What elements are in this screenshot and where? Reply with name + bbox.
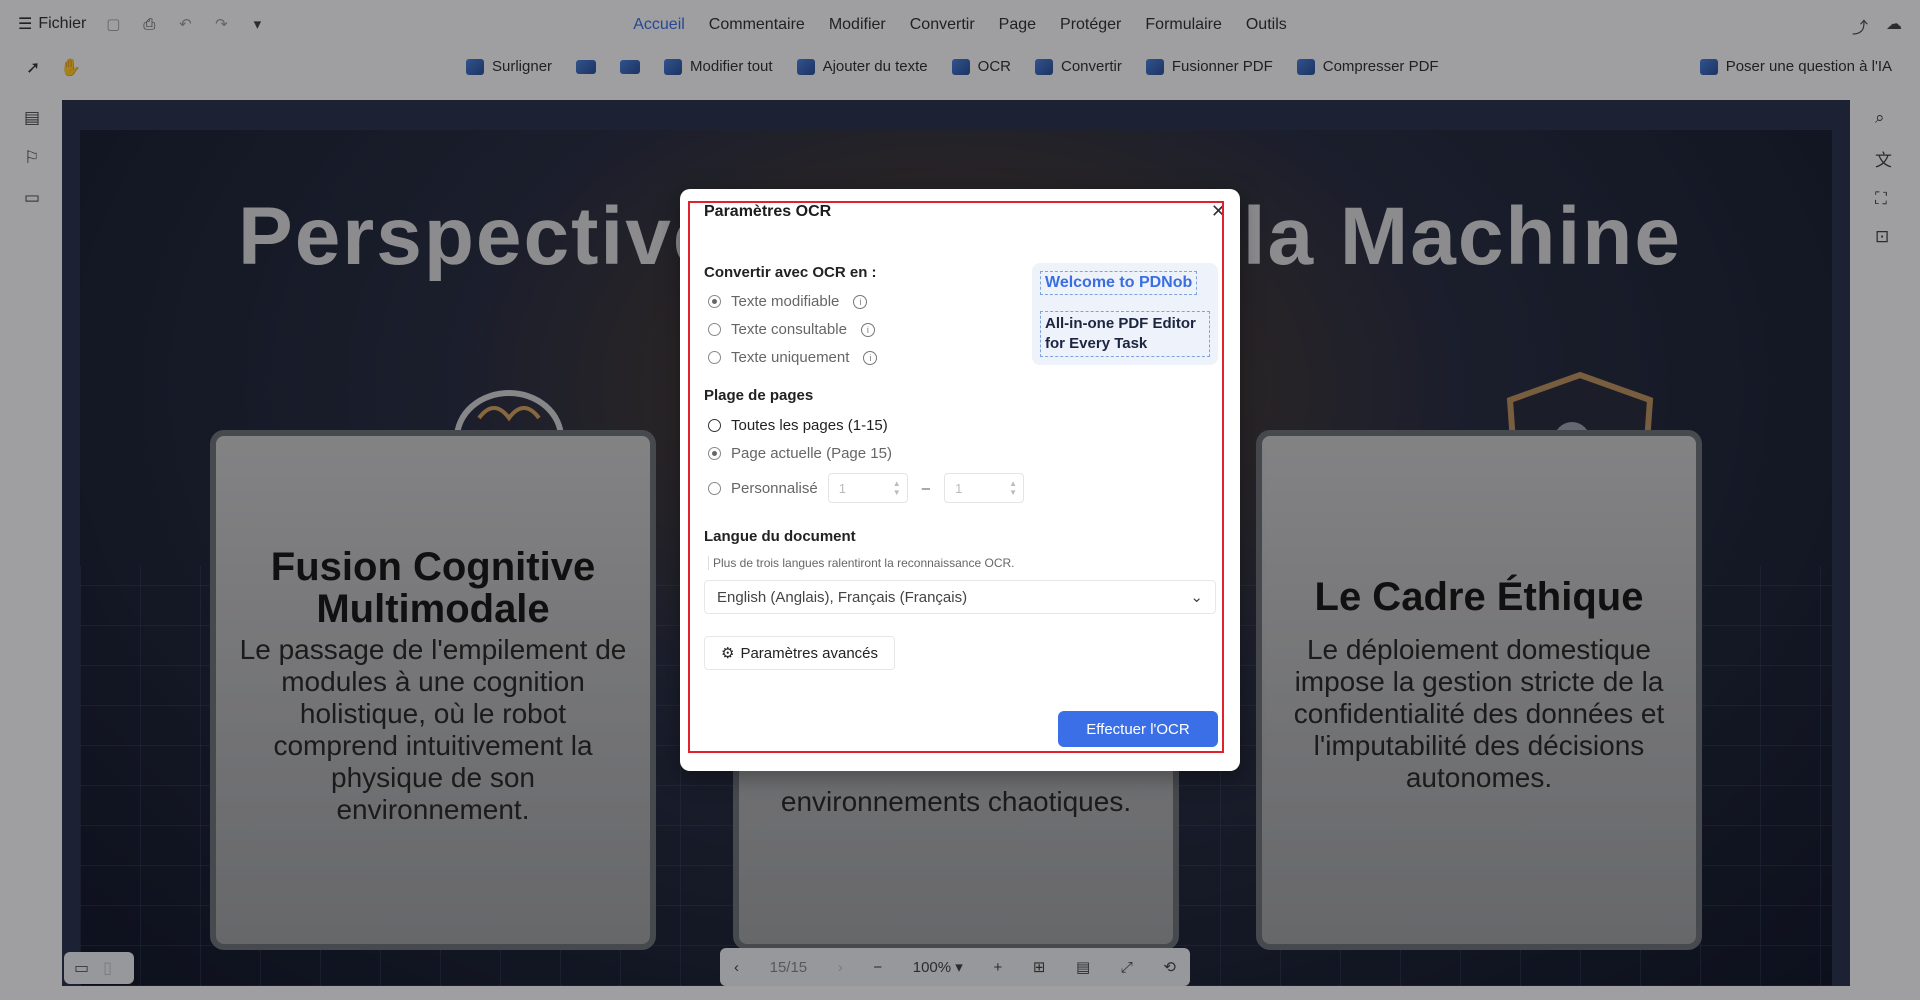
radio-indicator xyxy=(708,447,721,460)
radio-label: Page actuelle (Page 15) xyxy=(731,445,892,462)
radio-label: Texte consultable xyxy=(731,321,847,338)
stepper-arrows-icon[interactable]: ▲ ▼ xyxy=(893,479,901,497)
radio-label: Texte uniquement xyxy=(731,349,850,366)
language-select[interactable]: English (Anglais), Français (Français) ⌄ xyxy=(704,580,1216,614)
close-icon[interactable]: ✕ xyxy=(1211,201,1226,222)
language-hint: Plus de trois langues ralentiront la rec… xyxy=(708,556,1015,570)
info-icon[interactable]: i xyxy=(853,294,868,309)
dialog-title: Paramètres OCR xyxy=(704,203,832,220)
radio-texte-uniquement[interactable]: Texte uniquement i xyxy=(708,349,878,366)
advanced-settings-label: Paramètres avancés xyxy=(740,644,879,662)
radio-indicator xyxy=(708,481,721,495)
language-select-value: English (Anglais), Français (Français) xyxy=(717,588,968,606)
dialog-header: Paramètres OCR ✕ xyxy=(680,189,1240,237)
language-label: Langue du document xyxy=(704,528,856,545)
custom-from-stepper[interactable]: 1 ▲ ▼ xyxy=(827,473,908,503)
stepper-value: 1 xyxy=(955,480,963,496)
radio-label: Toutes les pages (1-15) xyxy=(731,417,888,434)
radio-texte-modifiable[interactable]: Texte modifiable i xyxy=(708,293,868,310)
custom-to-stepper[interactable]: 1 ▲ ▼ xyxy=(944,473,1025,503)
run-ocr-button[interactable]: Effectuer l'OCR xyxy=(1058,711,1218,747)
promo-banner: Welcome to PDNob All-in-one PDF Editor f… xyxy=(1032,263,1218,365)
radio-indicator xyxy=(708,295,721,308)
radio-indicator xyxy=(708,351,721,364)
page-range-label: Plage de pages xyxy=(704,387,814,404)
chevron-down-icon: ⌄ xyxy=(1190,589,1203,606)
radio-label: Texte modifiable xyxy=(731,293,840,310)
radio-custom-range[interactable]: Personnalisé 1 ▲ ▼ – 1 ▲ ▼ xyxy=(708,473,1025,503)
radio-all-pages[interactable]: Toutes les pages (1-15) xyxy=(708,417,888,434)
convert-section-label: Convertir avec OCR en : xyxy=(704,264,877,281)
info-icon[interactable]: i xyxy=(863,350,878,365)
stepper-arrows-icon[interactable]: ▲ ▼ xyxy=(1009,479,1017,497)
radio-label: Personnalisé xyxy=(731,479,818,497)
range-dash: – xyxy=(921,479,931,497)
radio-indicator xyxy=(708,419,721,432)
promo-tagline: All-in-one PDF Editor for Every Task xyxy=(1040,311,1210,357)
radio-current-page[interactable]: Page actuelle (Page 15) xyxy=(708,445,892,462)
radio-indicator xyxy=(708,323,721,336)
promo-welcome: Welcome to PDNob xyxy=(1040,271,1198,295)
advanced-settings-button[interactable]: ⚙ Paramètres avancés xyxy=(704,636,896,670)
radio-texte-consultable[interactable]: Texte consultable i xyxy=(708,321,875,338)
ocr-settings-dialog: Paramètres OCR ✕ Convertir avec OCR en :… xyxy=(680,189,1240,771)
gear-icon: ⚙ xyxy=(721,645,735,662)
info-icon[interactable]: i xyxy=(860,322,875,337)
stepper-value: 1 xyxy=(838,480,846,496)
